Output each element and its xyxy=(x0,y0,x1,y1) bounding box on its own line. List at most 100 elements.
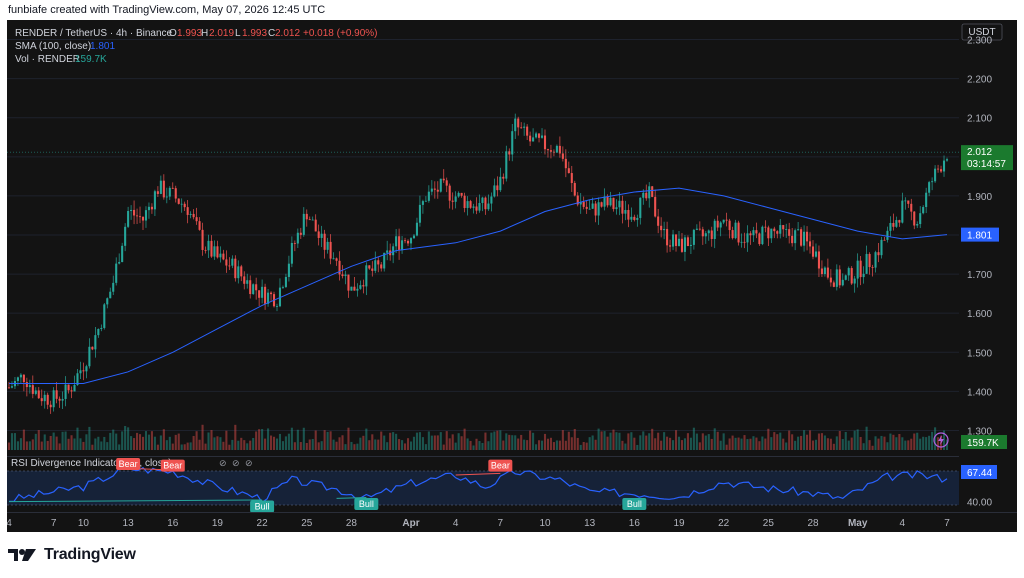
candle-body xyxy=(204,249,207,251)
candle-body xyxy=(514,118,517,132)
candle-body xyxy=(290,242,293,264)
price-chart[interactable]: RENDER / TetherUS · 4h · Binance O 1.993… xyxy=(6,20,1017,532)
volume-bar xyxy=(508,434,511,450)
volume-bar xyxy=(180,444,183,450)
volume-bar xyxy=(124,426,127,450)
volume-bar xyxy=(767,428,770,450)
volume-bar xyxy=(70,435,73,450)
volume-bar xyxy=(28,441,31,450)
candle-body xyxy=(794,230,797,244)
volume-bar xyxy=(442,444,445,450)
signal-label: Bear xyxy=(119,459,138,469)
volume-bar xyxy=(689,437,692,450)
volume-bar xyxy=(427,431,430,450)
volume-bar xyxy=(469,440,472,450)
candle-body xyxy=(627,209,630,220)
candle-body xyxy=(663,228,666,231)
volume-bar xyxy=(25,441,28,450)
volume-bar xyxy=(183,444,186,450)
last-price-value: 2.012 xyxy=(967,147,992,158)
volume-bar xyxy=(555,440,558,450)
volume-bar xyxy=(448,438,451,450)
volume-badge: 159.7K xyxy=(961,435,1007,449)
volume-bar xyxy=(514,435,517,450)
candle-body xyxy=(898,220,901,223)
candle-body xyxy=(299,232,302,235)
candle-body xyxy=(469,201,472,208)
chart-panel[interactable]: RENDER / TetherUS · 4h · Binance O 1.993… xyxy=(6,20,1017,532)
candle-body xyxy=(329,241,332,259)
volume-bar xyxy=(660,440,663,450)
candle-body xyxy=(666,228,669,246)
volume-bar xyxy=(811,440,815,450)
candle-body xyxy=(817,251,820,269)
candle-body xyxy=(695,228,698,230)
volume-bar xyxy=(365,428,368,450)
volume-bar xyxy=(290,427,293,450)
candle-body xyxy=(767,227,770,239)
candle-body xyxy=(67,384,70,391)
volume-bar xyxy=(240,437,243,450)
volume-bar xyxy=(663,432,666,450)
volume-bar xyxy=(252,437,255,450)
candle-body xyxy=(34,390,37,394)
time-tick-label: 4 xyxy=(900,518,906,529)
candle-body xyxy=(481,197,484,203)
candle-body xyxy=(237,266,240,279)
candle-body xyxy=(743,241,746,243)
candle-body xyxy=(874,252,877,268)
candle-body xyxy=(228,265,231,267)
candle-body xyxy=(758,233,761,245)
volume-bar xyxy=(672,440,675,450)
volume-bar xyxy=(189,442,192,450)
candle-body xyxy=(448,185,451,201)
candle-body xyxy=(302,213,305,235)
volume-bar xyxy=(445,431,448,450)
candle-body xyxy=(540,135,544,138)
candle-body xyxy=(103,304,106,328)
candle-body xyxy=(365,265,368,287)
volume-bar xyxy=(201,424,204,450)
volume-bar xyxy=(782,438,785,450)
volume-bar xyxy=(785,442,788,450)
volume-bar xyxy=(826,438,829,450)
volume-bar xyxy=(776,434,779,450)
volume-bar xyxy=(454,442,457,450)
candle-body xyxy=(430,188,433,192)
candle-body xyxy=(374,260,377,271)
candle-body xyxy=(868,253,871,268)
rsi-settings-icons[interactable]: ⊘ ⊘ ⊘ xyxy=(219,458,253,468)
chart-credit: funbiafe created with TradingView.com, M… xyxy=(8,4,326,16)
volume-bar xyxy=(94,438,97,450)
volume-bar xyxy=(538,440,541,450)
candle-body xyxy=(261,286,264,298)
candle-body xyxy=(424,200,427,202)
candle-body xyxy=(25,382,28,388)
volume-bar xyxy=(162,429,165,450)
volume-bar xyxy=(493,431,496,450)
volume-bar xyxy=(326,431,329,450)
candle-body xyxy=(660,225,663,231)
volume-bar xyxy=(865,426,868,450)
volume-bar xyxy=(439,432,442,450)
rsi-value-badge: 67.44 xyxy=(961,465,997,479)
volume-bar xyxy=(645,435,648,450)
volume-bar xyxy=(237,440,240,450)
volume-bar xyxy=(573,428,576,450)
candle-body xyxy=(755,230,758,234)
remove-icon: ⊘ xyxy=(245,458,253,468)
candle-body xyxy=(719,222,722,228)
volume-bar xyxy=(496,430,499,450)
volume-bar xyxy=(76,427,79,450)
time-tick-label: 28 xyxy=(346,518,358,529)
volume-bar xyxy=(808,430,812,450)
volume-bar xyxy=(734,437,737,450)
volume-bar xyxy=(579,444,582,450)
candle-body xyxy=(284,276,287,287)
signal-label: Bear xyxy=(491,461,510,471)
tradingview-logo[interactable]: TradingView xyxy=(8,546,136,564)
volume-bar xyxy=(814,439,818,450)
volume-bar xyxy=(651,428,654,450)
low-value: 1.993 xyxy=(242,28,267,39)
volume-bar xyxy=(817,433,820,450)
